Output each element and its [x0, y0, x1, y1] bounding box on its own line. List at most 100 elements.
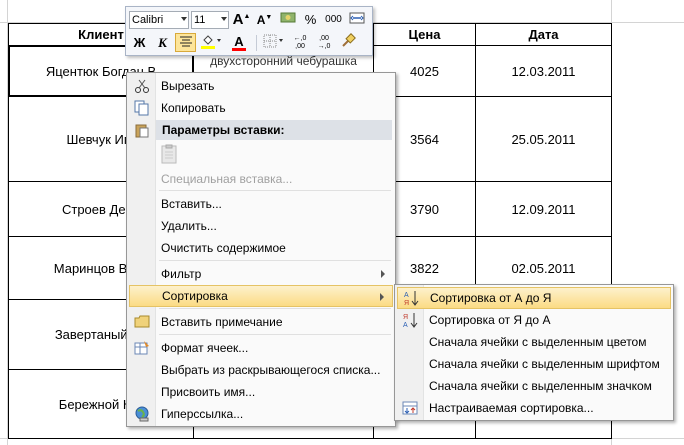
scissors-icon — [129, 78, 155, 94]
font-size-value: 11 — [194, 13, 206, 26]
menu-item-insert-comment[interactable]: Вставить примечание — [129, 311, 393, 333]
menu-separator — [159, 334, 391, 335]
menu-item-sort-a-to-z[interactable]: АЯ Сортировка от А до Я — [397, 287, 671, 309]
menu-item-label: Очистить содержимое — [161, 241, 286, 255]
decrease-font-button[interactable]: A▼ — [254, 10, 275, 29]
menu-item-sort-by-font[interactable]: Сначала ячейки с выделенным шрифтом — [397, 353, 671, 375]
increase-font-button[interactable]: A▲ — [231, 10, 252, 29]
menu-item-sort-z-to-a[interactable]: ЯА Сортировка от Я до А — [397, 309, 671, 331]
separator — [256, 34, 257, 51]
fill-color-button[interactable] — [198, 33, 224, 52]
currency-format-button[interactable] — [277, 10, 298, 29]
chevron-down-icon — [181, 16, 187, 21]
cell-date[interactable]: 25.05.2011 — [475, 96, 612, 182]
submenu-arrow-icon — [380, 293, 384, 301]
menu-item-label: Фильтр — [161, 267, 202, 281]
font-color-icon: A — [232, 35, 246, 51]
menu-item-label: Вставить... — [161, 197, 222, 211]
thousands-separator-button[interactable]: 000 — [323, 10, 344, 29]
globe-link-icon — [129, 406, 155, 422]
menu-item-label: Сортировка — [162, 289, 228, 303]
menu-item-clear-contents[interactable]: Очистить содержимое — [129, 237, 393, 259]
paste-option-row — [129, 141, 393, 167]
menu-item-delete[interactable]: Удалить... — [129, 215, 393, 237]
font-shrink-icon: A▼ — [256, 12, 273, 27]
menu-item-label: Копировать — [161, 101, 226, 115]
format-painter-icon — [340, 33, 356, 52]
borders-button[interactable] — [261, 33, 287, 52]
font-size-combo[interactable]: 11 — [191, 10, 229, 29]
font-color-letter: A — [234, 33, 244, 49]
menu-item-label: Удалить... — [161, 219, 217, 233]
percent-label: % — [304, 12, 317, 27]
sort-ascending-icon: АЯ — [398, 290, 424, 306]
menu-item-copy[interactable]: Копировать — [129, 97, 393, 119]
menu-item-sort-by-color[interactable]: Сначала ячейки с выделенным цветом — [397, 331, 671, 353]
paint-bucket-icon — [200, 33, 222, 52]
menu-item-label: Сортировка от А до Я — [430, 291, 552, 305]
menu-item-custom-sort[interactable]: Настраиваемая сортировка... — [397, 397, 671, 419]
svg-text:Я: Я — [403, 314, 408, 321]
menu-item-label: Специальная вставка... — [161, 172, 293, 186]
menu-item-format-cells[interactable]: Формат ячеек... — [129, 337, 393, 359]
svg-text:Я: Я — [404, 300, 409, 306]
menu-item-pick-from-list[interactable]: Выбрать из раскрывающегося списка... — [129, 359, 393, 381]
chevron-down-icon — [221, 16, 227, 21]
merge-icon — [349, 11, 365, 28]
percent-button[interactable]: % — [300, 10, 321, 29]
menu-item-label: Гиперссылка... — [161, 407, 244, 421]
menu-separator — [159, 190, 391, 191]
menu-item-sort[interactable]: Сортировка — [129, 285, 393, 307]
header-price[interactable]: Цена — [373, 23, 476, 46]
menu-item-label: Вставить примечание — [161, 315, 283, 329]
menu-separator — [159, 260, 391, 261]
italic-button[interactable]: К — [152, 33, 173, 52]
cell-date[interactable]: 12.03.2011 — [475, 45, 612, 97]
menu-item-label: Присвоить имя... — [161, 385, 256, 399]
menu-item-sort-by-icon[interactable]: Сначала ячейки с выделенным значком — [397, 375, 671, 397]
paste-default-button[interactable] — [159, 143, 179, 165]
increase-decimal-button[interactable]: ←,0,00 — [289, 33, 311, 52]
menu-item-filter[interactable]: Фильтр — [129, 263, 393, 285]
menu-item-hyperlink[interactable]: Гиперссылка... — [129, 403, 393, 425]
paste-options-header: Параметры вставки: — [156, 120, 392, 140]
cell-date[interactable]: 12.09.2011 — [475, 181, 612, 237]
thousands-label: 000 — [325, 14, 342, 25]
clipboard-icon — [161, 144, 177, 164]
context-menu: Вырезать Копировать Параметры вставки: С… — [126, 72, 396, 427]
bold-label: Ж — [133, 35, 146, 50]
menu-item-label: Сортировка от Я до А — [429, 313, 551, 327]
decrease-decimal-button[interactable]: ,00 →,0 — [313, 33, 335, 52]
menu-item-define-name[interactable]: Присвоить имя... — [129, 381, 393, 403]
sort-descending-icon: ЯА — [397, 312, 423, 328]
bold-button[interactable]: Ж — [129, 33, 150, 52]
menu-item-label: Выбрать из раскрывающегося списка... — [161, 363, 381, 377]
menu-item-insert[interactable]: Вставить... — [129, 193, 393, 215]
submenu-arrow-icon — [381, 270, 385, 278]
menu-item-label: Сначала ячейки с выделенным шрифтом — [429, 357, 660, 371]
merge-center-button[interactable] — [346, 10, 367, 29]
header-date[interactable]: Дата — [475, 23, 612, 46]
menu-item-label: Настраиваемая сортировка... — [429, 401, 594, 415]
align-center-button[interactable] — [175, 33, 196, 52]
menu-item-label: Сначала ячейки с выделенным значком — [429, 379, 652, 393]
menu-item-label: Вырезать — [161, 79, 215, 93]
italic-label: К — [158, 34, 167, 50]
increase-decimal-icon: ←,0,00 — [293, 34, 307, 50]
decrease-decimal-icon: ,00 →,0 — [317, 34, 331, 50]
menu-separator — [159, 308, 391, 309]
align-center-icon — [179, 35, 193, 50]
svg-text:А: А — [403, 322, 408, 328]
sort-submenu: АЯ Сортировка от А до Я ЯА Сортировка от… — [394, 284, 674, 421]
font-name-combo[interactable]: Calibri — [129, 10, 189, 29]
currency-icon — [280, 11, 296, 28]
menu-item-paste-special[interactable]: Специальная вставка... — [129, 168, 393, 190]
format-cells-icon — [129, 340, 155, 356]
font-name-value: Calibri — [132, 13, 164, 26]
font-color-button[interactable]: A — [226, 33, 252, 52]
menu-item-cut[interactable]: Вырезать — [129, 75, 393, 97]
menu-item-label: Формат ячеек... — [161, 341, 249, 355]
font-grow-icon: A▲ — [232, 11, 251, 28]
mini-toolbar: Calibri 11 A▲ A▼ % 000 Ж К A ←,0 ,00 ,00… — [125, 6, 373, 56]
format-painter-button[interactable] — [337, 33, 358, 52]
